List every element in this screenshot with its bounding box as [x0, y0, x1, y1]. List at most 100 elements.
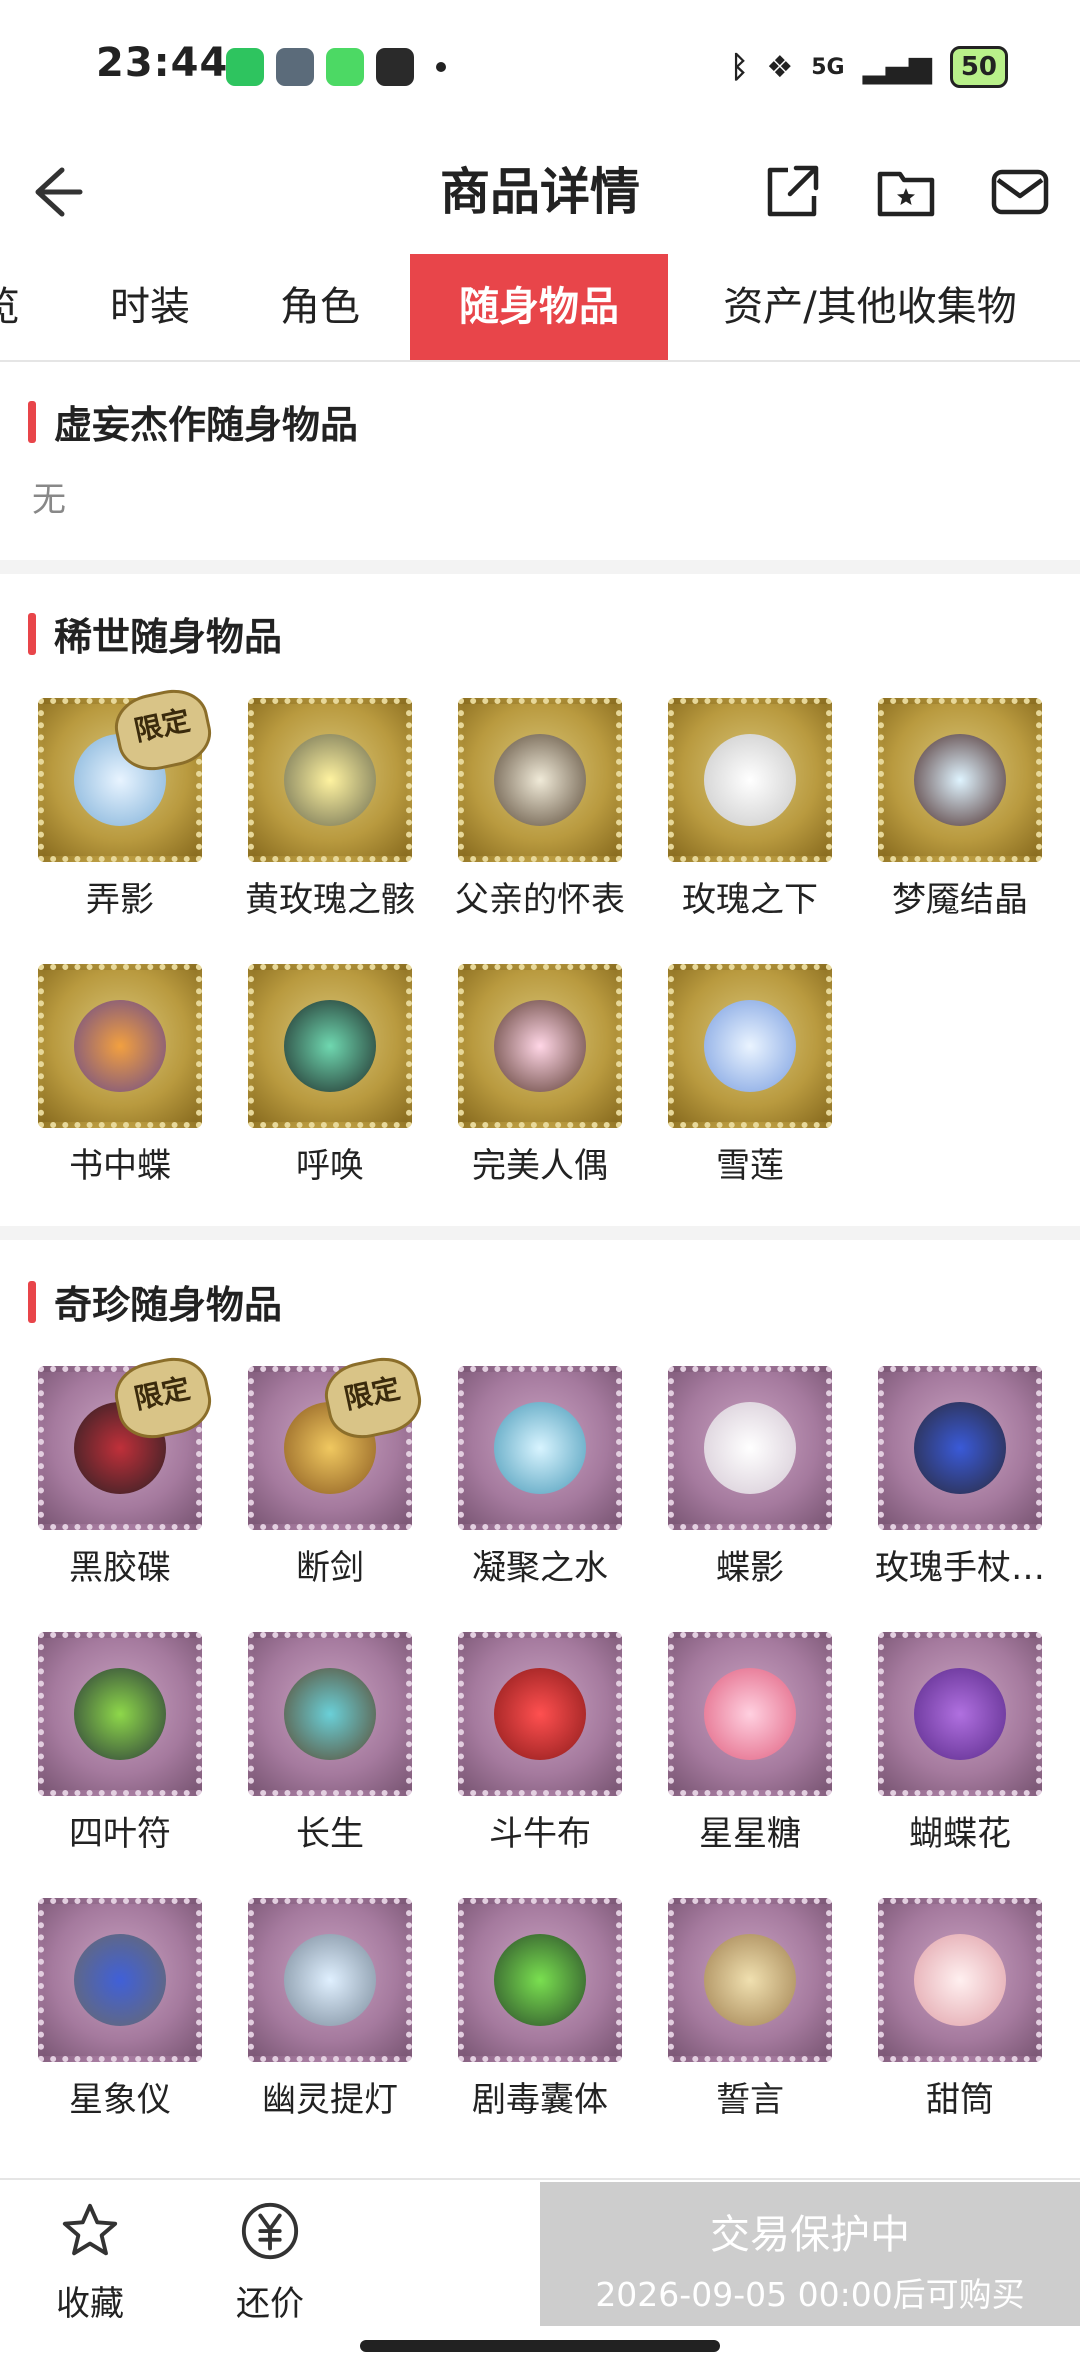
precious-item[interactable]: 凝聚之水 — [435, 1366, 645, 1589]
rare-item[interactable]: 完美人偶 — [435, 964, 645, 1187]
item-name: 玫瑰手杖… — [875, 1548, 1045, 1588]
rare-item[interactable]: 玫瑰之下 — [645, 698, 855, 921]
tab-characters[interactable]: 角色 — [250, 254, 390, 360]
item-name: 雪莲 — [716, 1146, 784, 1186]
precious-item[interactable]: 甜筒 — [855, 1898, 1065, 2121]
signal-icon: ▂▄▆ — [862, 49, 932, 85]
item-stamp-image — [38, 964, 202, 1128]
home-indicator[interactable] — [360, 2340, 720, 2352]
item-stamp-image: 限定 — [248, 1351, 427, 1530]
precious-item[interactable]: 星星糖 — [645, 1632, 855, 1855]
precious-item[interactable]: 长生 — [225, 1632, 435, 1855]
item-stamp-image — [38, 1632, 202, 1796]
item-name: 断剑 — [296, 1548, 364, 1588]
section-divider — [0, 560, 1080, 574]
tab-assets-other[interactable]: 资产/其他收集物 — [690, 254, 1050, 360]
more-dot-icon — [436, 62, 446, 72]
item-name: 凝聚之水 — [472, 1548, 608, 1588]
rare-item[interactable]: 父亲的怀表 — [435, 698, 645, 921]
message-icon — [326, 48, 364, 86]
rare-item[interactable]: 呼唤 — [225, 964, 435, 1187]
section-accent-bar — [28, 1280, 36, 1323]
precious-item[interactable]: 限定 黑胶碟 — [15, 1351, 225, 1589]
item-name: 书中蝶 — [69, 1146, 171, 1186]
item-stamp-image: 限定 — [38, 683, 217, 862]
item-stamp-image — [248, 1898, 412, 2062]
item-stamp-image — [668, 1898, 832, 2062]
item-name: 蝴蝶花 — [909, 1814, 1011, 1854]
item-name: 弄影 — [86, 880, 154, 920]
precious-item[interactable]: 蝴蝶花 — [855, 1632, 1065, 1855]
folder-star-icon[interactable] — [874, 160, 938, 224]
status-right: ᛒ ❖ 5G ▂▄▆ 50 — [730, 46, 1008, 88]
section-accent-bar — [28, 400, 36, 443]
section-title-text: 虚妄杰作随身物品 — [54, 403, 359, 447]
item-stamp-image — [458, 1366, 622, 1530]
buy-status: 交易保护中 — [710, 2212, 910, 2258]
precious-item[interactable]: 玫瑰手杖… — [855, 1366, 1065, 1589]
section-title-text: 奇珍随身物品 — [54, 1283, 283, 1327]
app-avatar-icon — [276, 48, 314, 86]
star-outline-icon — [62, 2203, 118, 2256]
precious-item[interactable]: 剧毒囊体 — [435, 1898, 645, 2121]
section-title-rare: 稀世随身物品 — [28, 606, 282, 661]
mail-icon[interactable] — [988, 160, 1052, 224]
precious-item[interactable]: 斗牛布 — [435, 1632, 645, 1855]
item-stamp-image — [458, 964, 622, 1128]
item-name: 梦魇结晶 — [892, 880, 1028, 920]
item-name: 誓言 — [716, 2080, 784, 2120]
yen-circle-icon — [241, 2202, 299, 2260]
notification-icons — [226, 48, 446, 86]
item-stamp-image — [878, 1366, 1042, 1530]
wechat-icon — [226, 48, 264, 86]
paw-icon: ❖ — [766, 49, 794, 85]
empty-text: 无 — [32, 480, 66, 520]
precious-item[interactable]: 幽灵提灯 — [225, 1898, 435, 2121]
tab-outfits[interactable]: 时装 — [80, 254, 220, 360]
favorite-button[interactable]: 收藏 — [20, 2200, 160, 2325]
rare-item[interactable]: 黄玫瑰之骸 — [225, 698, 435, 921]
item-name: 长生 — [296, 1814, 364, 1854]
precious-item[interactable]: 限定 断剑 — [225, 1351, 435, 1589]
rare-item[interactable]: 限定 弄影 — [15, 683, 225, 921]
share-icon[interactable] — [760, 160, 824, 224]
precious-item[interactable]: 誓言 — [645, 1898, 855, 2121]
item-stamp-image — [248, 698, 412, 862]
buy-button-disabled[interactable]: 交易保护中 2026-09-05 00:00后可购买 — [540, 2182, 1080, 2326]
item-name: 完美人偶 — [472, 1146, 608, 1186]
section-accent-bar — [28, 612, 36, 655]
buy-available-time: 2026-09-05 00:00后可购买 — [595, 2275, 1025, 2314]
item-stamp-image — [668, 1632, 832, 1796]
rare-item[interactable]: 梦魇结晶 — [855, 698, 1065, 921]
status-time: 23:44 — [96, 40, 229, 86]
battery-icon: 50 — [949, 46, 1008, 88]
item-name: 星象仪 — [69, 2080, 171, 2120]
item-stamp-image: 限定 — [38, 1351, 217, 1530]
item-stamp-image — [458, 1898, 622, 2062]
item-stamp-image — [668, 1366, 832, 1530]
item-name: 斗牛布 — [489, 1814, 591, 1854]
bluetooth-icon: ᛒ — [730, 49, 749, 85]
item-name: 父亲的怀表 — [455, 880, 625, 920]
item-name: 黑胶碟 — [69, 1548, 171, 1588]
item-name: 剧毒囊体 — [472, 2080, 608, 2120]
item-stamp-image — [248, 964, 412, 1128]
item-stamp-image — [668, 698, 832, 862]
item-name: 星星糖 — [699, 1814, 801, 1854]
precious-item[interactable]: 四叶符 — [15, 1632, 225, 1855]
bargain-button[interactable]: 还价 — [200, 2200, 340, 2325]
precious-item[interactable]: 星象仪 — [15, 1898, 225, 2121]
tab-overview[interactable]: 览 — [0, 254, 20, 360]
section-title-precious: 奇珍随身物品 — [28, 1274, 282, 1329]
tab-accessories[interactable]: 随身物品 — [410, 254, 668, 360]
category-tabs: 览 时装 角色 随身物品 资产/其他收集物 — [0, 254, 1080, 362]
status-bar: 23:44 ᛒ ❖ 5G ▂▄▆ 50 — [0, 0, 1080, 140]
app-header: 商品详情 — [0, 140, 1080, 250]
item-stamp-image — [878, 698, 1042, 862]
section-title-illusory: 虚妄杰作随身物品 — [28, 394, 358, 449]
section-title-text: 稀世随身物品 — [54, 615, 283, 659]
rare-item[interactable]: 书中蝶 — [15, 964, 225, 1187]
item-stamp-image — [248, 1632, 412, 1796]
precious-item[interactable]: 蝶影 — [645, 1366, 855, 1589]
rare-item[interactable]: 雪莲 — [645, 964, 855, 1187]
